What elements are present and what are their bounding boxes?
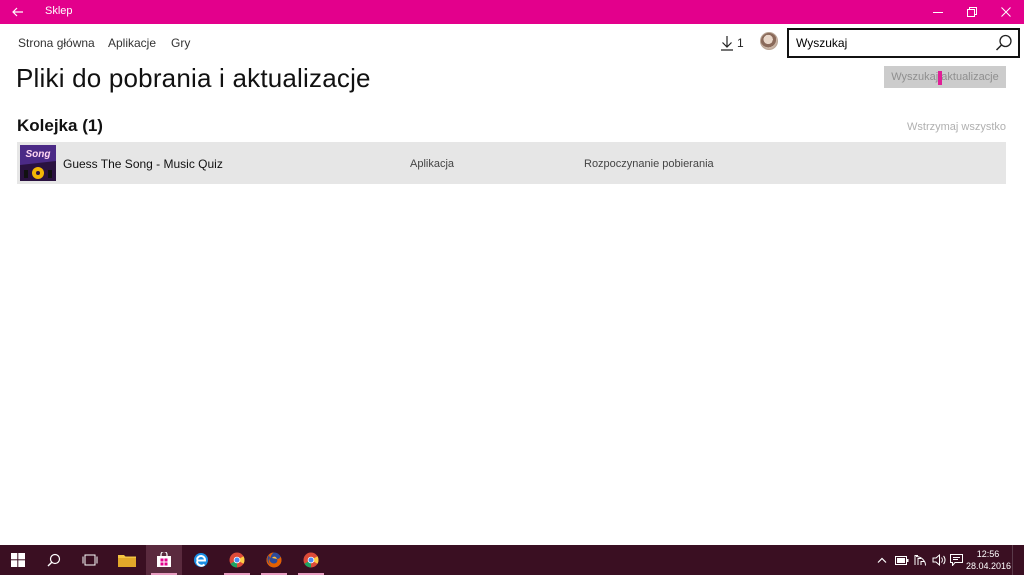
restore-icon	[967, 7, 977, 17]
task-view-button[interactable]	[72, 545, 108, 575]
back-button[interactable]	[0, 0, 36, 24]
queue-title: Kolejka (1)	[17, 116, 103, 135]
page-title: Pliki do pobrania i aktualizacje	[16, 63, 371, 93]
taskbar-search-button[interactable]	[36, 545, 72, 575]
wifi-icon	[914, 555, 926, 566]
volume-icon	[932, 554, 946, 566]
pause-all-link[interactable]: Wstrzymaj wszystko	[907, 121, 1006, 133]
app-name: Guess The Song - Music Quiz	[63, 157, 223, 171]
tray-overflow-button[interactable]	[873, 545, 891, 575]
firefox-icon	[266, 552, 282, 568]
taskbar-store[interactable]	[146, 545, 182, 575]
download-icon	[721, 36, 733, 51]
taskbar-file-explorer[interactable]	[109, 545, 145, 575]
taskbar-chrome[interactable]	[219, 545, 255, 575]
nav-apps[interactable]: Aplikacje	[108, 36, 156, 50]
file-explorer-icon	[118, 555, 136, 567]
queue-item[interactable]: Song Guess The Song - Music Quiz Aplikac…	[17, 142, 1006, 184]
nav-home[interactable]: Strona główna	[18, 36, 95, 50]
store-icon	[157, 552, 171, 567]
downloads-count: 1	[737, 36, 744, 50]
edge-icon	[194, 553, 208, 567]
app-logo-icon: Song	[20, 145, 56, 181]
search-icon	[47, 553, 61, 567]
mouse-cursor-icon	[938, 71, 942, 85]
taskbar-clock[interactable]: 12:56 28.04.2016	[966, 548, 1012, 572]
title-bar: Sklep	[0, 0, 1024, 24]
check-updates-button[interactable]: Wyszukaj aktualizacje	[884, 66, 1006, 88]
taskbar-edge[interactable]	[183, 545, 219, 575]
downloads-indicator[interactable]: 1	[720, 34, 744, 52]
volume-button[interactable]	[930, 545, 948, 575]
notification-icon	[949, 554, 963, 566]
app-type: Aplikacja	[410, 158, 455, 170]
taskbar-chrome-2[interactable]	[293, 545, 329, 575]
close-icon	[1001, 7, 1011, 17]
user-avatar[interactable]	[760, 32, 778, 50]
search-box	[787, 28, 1020, 58]
windows-start-icon	[11, 553, 25, 567]
search-input[interactable]	[789, 30, 989, 56]
battery-icon	[895, 555, 909, 565]
app-thumbnail: Song	[20, 145, 56, 181]
taskbar-firefox[interactable]	[256, 545, 292, 575]
wifi-button[interactable]	[912, 545, 930, 575]
close-button[interactable]	[989, 0, 1023, 24]
nav-games[interactable]: Gry	[171, 36, 190, 50]
task-view-icon	[82, 554, 98, 566]
start-button[interactable]	[0, 545, 36, 575]
clock-time: 12:56	[976, 549, 1000, 559]
minimize-icon	[933, 12, 943, 13]
chrome-icon	[303, 552, 319, 568]
window-title: Sklep	[45, 5, 73, 17]
download-status: Rozpoczynanie pobierania	[584, 158, 714, 170]
battery-button[interactable]	[893, 545, 911, 575]
clock-date: 28.04.2016	[966, 561, 1012, 571]
show-desktop-button[interactable]	[1012, 545, 1024, 575]
search-icon[interactable]	[994, 33, 1014, 53]
taskbar: 12:56 28.04.2016	[0, 545, 1024, 575]
minimize-button[interactable]	[921, 0, 955, 24]
chevron-up-icon	[877, 557, 887, 563]
top-navigation: Strona główna Aplikacje Gry 1	[0, 24, 1024, 62]
app-thumb-text: Song	[26, 149, 51, 160]
restore-button[interactable]	[955, 0, 989, 24]
chrome-icon	[229, 552, 245, 568]
back-arrow-icon	[12, 7, 23, 17]
action-center-button[interactable]	[948, 545, 964, 575]
